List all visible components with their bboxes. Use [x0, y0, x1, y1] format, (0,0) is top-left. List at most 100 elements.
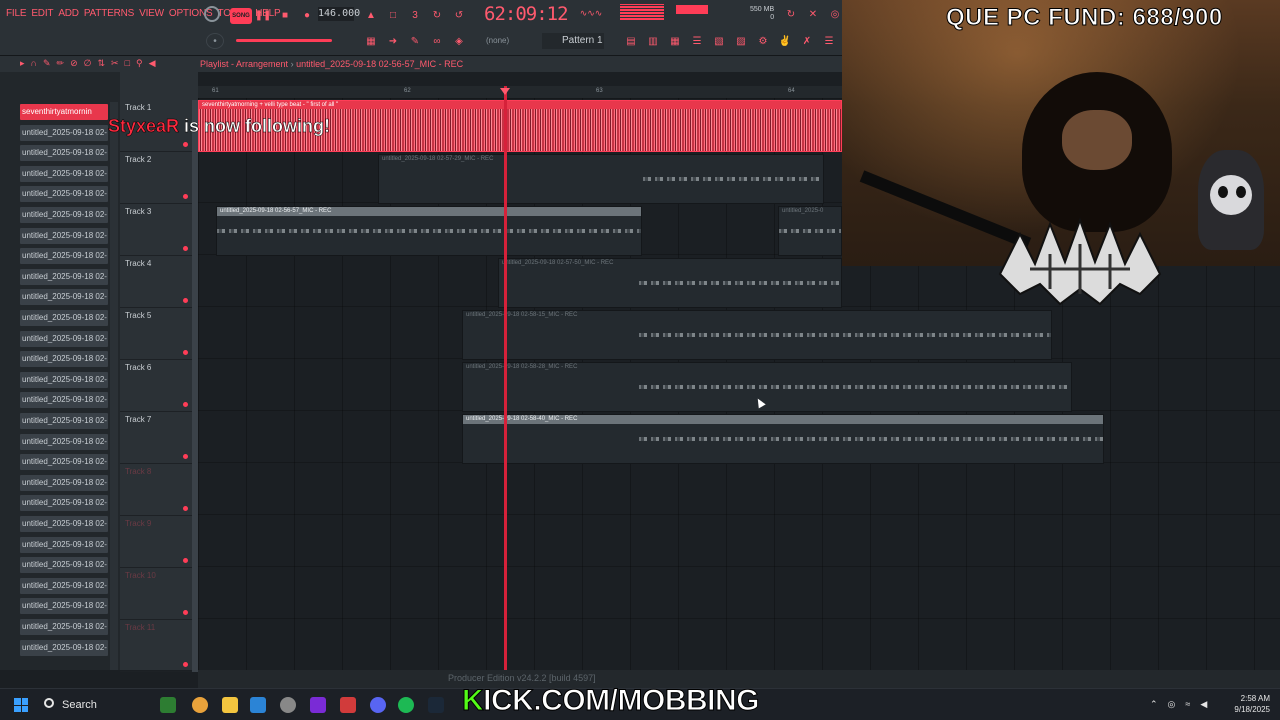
picker-clip-item[interactable]: untitled_2025-09-18 02- [20, 330, 108, 347]
picker-clip-item[interactable]: untitled_2025-09-18 02- [20, 392, 108, 409]
record-mode-icon[interactable] [204, 6, 220, 22]
track-enable-led[interactable] [183, 246, 188, 251]
picker-clip-item[interactable]: untitled_2025-09-18 02- [20, 227, 108, 244]
menu-view[interactable]: VIEW [139, 8, 164, 19]
picker-clip-item[interactable]: untitled_2025-09-18 02- [20, 619, 108, 635]
audio-clip-track7[interactable]: untitled_2025-09-18 02-58-40_MIC - REC [462, 414, 1104, 464]
audio-clip-track3[interactable]: untitled_2025-09-18 02-56-57_MIC - REC [216, 206, 642, 256]
midi-input-select[interactable]: (none) [486, 36, 509, 45]
arrow-icon[interactable]: ▸ [20, 58, 25, 69]
audio-clip-track5[interactable]: untitled_2025-09-18 02-58-15_MIC - REC [462, 310, 1052, 360]
countdown-icon[interactable]: 3 [406, 7, 424, 23]
metronome-icon[interactable]: ▲ [362, 7, 380, 23]
discord-icon[interactable] [370, 697, 386, 713]
picker-clip-item[interactable]: untitled_2025-09-18 02- [20, 207, 108, 223]
picker-clip-item[interactable]: untitled_2025-09-18 02- [20, 248, 108, 265]
settings-icon[interactable] [280, 697, 296, 713]
audio-clip-track4[interactable]: untitled_2025-09-18 02-57-50_MIC - REC [498, 258, 842, 308]
delete-icon[interactable]: ⊘ [70, 58, 78, 69]
track-enable-led[interactable] [183, 558, 188, 563]
track-header[interactable]: Track 8 [120, 464, 198, 516]
tempo-display[interactable]: 146.000 [318, 7, 360, 21]
brush-icon[interactable]: ✏ [57, 58, 65, 69]
chevron-up-icon[interactable]: ⌃ [1150, 699, 1158, 710]
picker-scrollbar[interactable] [110, 102, 118, 670]
picker-clip-item[interactable]: untitled_2025-09-18 02- [20, 289, 108, 306]
track-enable-led[interactable] [183, 610, 188, 615]
menu-file[interactable]: FILE [6, 8, 27, 19]
picker-clip-item[interactable]: untitled_2025-09-18 02- [20, 186, 108, 203]
plug-icon[interactable]: ⚙ [754, 33, 772, 49]
chrome-icon[interactable] [192, 697, 208, 713]
picker-clip-item[interactable]: untitled_2025-09-18 02- [20, 454, 108, 471]
picker-clip-item[interactable]: seventhirtyatmornin [20, 104, 108, 120]
picker-clip-item[interactable]: untitled_2025-09-18 02- [20, 577, 108, 594]
picker-clip-item[interactable]: untitled_2025-09-18 02- [20, 598, 108, 615]
picker-clip-item[interactable]: untitled_2025-09-18 02- [20, 371, 108, 388]
netflix-icon[interactable] [340, 697, 356, 713]
playhead-marker-icon[interactable] [500, 88, 510, 95]
track-enable-led[interactable] [183, 662, 188, 667]
select-icon[interactable]: □ [125, 58, 130, 69]
picker-clip-item[interactable]: untitled_2025-09-18 02- [20, 433, 108, 450]
menu-patterns[interactable]: PATTERNS [84, 8, 134, 19]
stamp-icon[interactable]: ✎ [406, 33, 424, 49]
mute-icon[interactable]: ∅ [84, 58, 92, 69]
touch-icon[interactable]: ✌ [776, 33, 794, 49]
picker-clip-item[interactable]: untitled_2025-09-18 02- [20, 351, 108, 368]
play-button[interactable]: ❚❚ [254, 7, 272, 23]
punch-icon[interactable]: ↺ [450, 7, 468, 23]
track-enable-led[interactable] [183, 350, 188, 355]
track-enable-led[interactable] [183, 402, 188, 407]
audio-clip-track3b[interactable]: untitled_2025-0 [778, 206, 842, 256]
link-icon[interactable]: ∞ [428, 33, 446, 49]
track-header[interactable]: Track 7 [120, 412, 198, 464]
slip-icon[interactable]: ⇅ [97, 58, 105, 69]
song-pattern-toggle[interactable]: SONG [230, 8, 252, 24]
picker-clip-item[interactable]: untitled_2025-09-18 02- [20, 165, 108, 182]
menu-edit[interactable]: EDIT [31, 8, 53, 19]
menu-icon[interactable]: ☰ [820, 33, 838, 49]
wifi-icon[interactable]: ≈ [1185, 699, 1190, 710]
snap-icon[interactable]: ▦ [362, 33, 380, 49]
piano-roll-icon[interactable]: ▥ [644, 33, 662, 49]
arrow-right-icon[interactable]: ➜ [384, 33, 402, 49]
menu-add[interactable]: ADD [58, 8, 79, 19]
plugin-icon[interactable]: ▨ [732, 33, 750, 49]
picker-clip-item[interactable]: untitled_2025-09-18 02- [20, 145, 108, 162]
spotify-icon[interactable] [398, 697, 414, 713]
picker-clip-item[interactable]: untitled_2025-09-18 02- [20, 536, 108, 553]
magnet-icon[interactable]: ∩ [31, 58, 37, 69]
picker-clip-item[interactable]: untitled_2025-09-18 02- [20, 639, 108, 656]
track-header[interactable]: Track 2 [120, 152, 198, 204]
picker-clip-item[interactable]: untitled_2025-09-18 02- [20, 413, 108, 429]
windows-start-icon[interactable] [14, 698, 28, 712]
browser-icon[interactable]: ▧ [710, 33, 728, 49]
audio-clip-track6[interactable]: untitled_2025-09-18 02-58-28_MIC - REC [462, 362, 1072, 412]
track-header[interactable]: Track 6 [120, 360, 198, 412]
picker-clip-item[interactable]: untitled_2025-09-18 02- [20, 474, 108, 491]
bell-icon[interactable]: ◈ [450, 33, 468, 49]
timeline-ruler[interactable]: 61 62 63 64 [198, 86, 842, 98]
track-header[interactable]: Track 3 [120, 204, 198, 256]
script-icon[interactable]: ✗ [798, 33, 816, 49]
next-app-icon[interactable] [310, 697, 326, 713]
track-enable-led[interactable] [183, 142, 188, 147]
picker-clip-item[interactable]: untitled_2025-09-18 02- [20, 124, 108, 141]
pattern-selector[interactable]: Pattern 1 [542, 33, 604, 49]
record-button[interactable]: ● [298, 7, 316, 23]
taskbar-search[interactable]: Search [40, 696, 152, 714]
speaker-icon[interactable]: ◀ [149, 58, 156, 69]
playlist-icon[interactable]: ▤ [622, 33, 640, 49]
track-header[interactable]: Track 11 [120, 620, 198, 672]
playhead[interactable] [504, 86, 507, 670]
zoom-icon[interactable]: ⚲ [136, 58, 143, 69]
track-enable-led[interactable] [183, 194, 188, 199]
track-enable-led[interactable] [183, 454, 188, 459]
loop-record-icon[interactable]: ↻ [428, 7, 446, 23]
mic-tray-icon[interactable]: ◎ [1168, 699, 1176, 710]
picker-clip-item[interactable]: untitled_2025-09-18 02- [20, 557, 108, 574]
widgets-icon[interactable] [160, 697, 176, 713]
track-header[interactable]: Track 10 [120, 568, 198, 620]
track-header[interactable]: Track 9 [120, 516, 198, 568]
